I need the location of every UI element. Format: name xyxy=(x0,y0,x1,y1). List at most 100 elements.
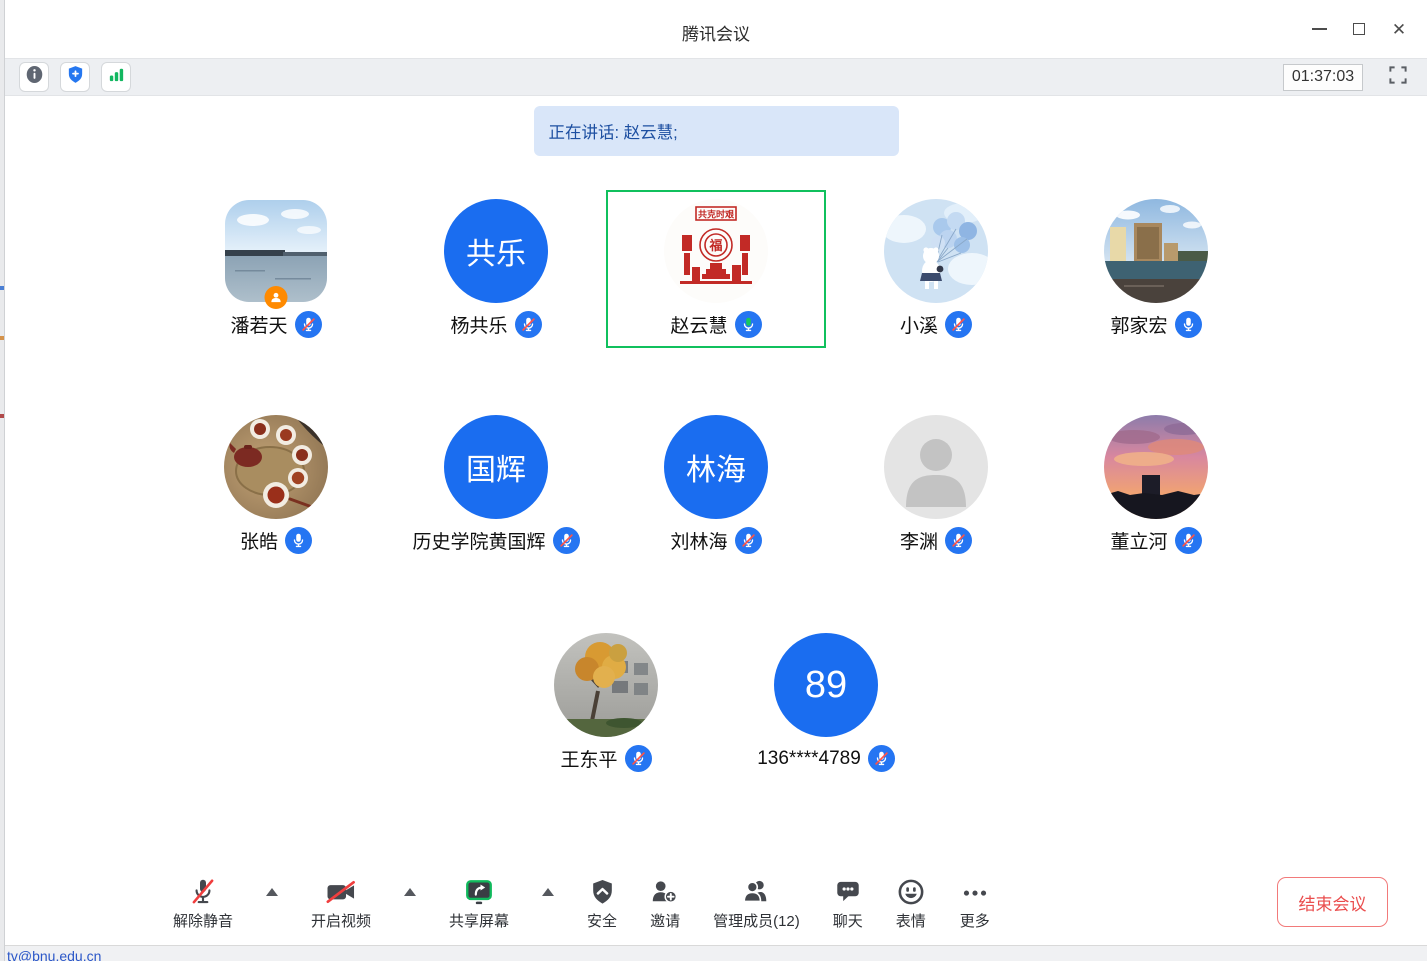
avatar-initials: 共乐 xyxy=(444,199,548,303)
fullscreen-icon xyxy=(1387,64,1409,91)
participant-name: 王东平 xyxy=(560,745,617,772)
avatar-initials-text: 共乐 xyxy=(466,229,526,273)
participant-tile[interactable]: 共克时艰 福 赵云慧 xyxy=(606,190,826,348)
meeting-security-button[interactable] xyxy=(60,62,90,92)
toolbar-button-label: 聊天 xyxy=(833,910,863,931)
participant-name-row: 赵云慧 xyxy=(670,311,761,338)
toolbar-members-button[interactable]: 管理成员(12) xyxy=(713,875,800,931)
avatar-initials: 国辉 xyxy=(444,415,548,519)
invite-icon xyxy=(650,875,680,907)
more-icon xyxy=(959,875,991,907)
toolbar-invite-button[interactable]: 邀请 xyxy=(650,875,680,931)
participant-name-row: 王东平 xyxy=(560,745,651,772)
toolbar-button-label: 共享屏幕 xyxy=(449,910,509,931)
toolbar-security-button[interactable]: 安全 xyxy=(587,875,617,931)
mic-status-muted-icon[interactable] xyxy=(625,745,652,772)
mic-status-muted-icon[interactable] xyxy=(515,311,542,338)
mic-status-on-icon[interactable] xyxy=(1175,311,1202,338)
mic-status-muted-icon[interactable] xyxy=(295,311,322,338)
participant-tile[interactable]: 共乐 杨共乐 xyxy=(386,190,606,348)
mic-status-muted-icon[interactable] xyxy=(945,527,972,554)
toolbar-mic-muted-button[interactable]: 解除静音 xyxy=(173,875,233,931)
network-status-button[interactable] xyxy=(101,62,131,92)
avatar-photo-tree xyxy=(554,633,658,737)
background-speck xyxy=(0,286,4,290)
mic-status-muted-icon[interactable] xyxy=(553,527,580,554)
participant-name-row: 历史学院黄国辉 xyxy=(412,527,579,554)
close-button[interactable]: ✕ xyxy=(1379,14,1419,44)
mic-status-muted-icon[interactable] xyxy=(735,527,762,554)
meeting-info-button[interactable] xyxy=(19,62,49,92)
avatar: 89 xyxy=(774,633,878,737)
toolbar-button-label: 更多 xyxy=(960,910,990,931)
security-shield-icon xyxy=(66,65,85,89)
mic-status-speaking-icon[interactable] xyxy=(735,311,762,338)
avatar xyxy=(884,415,988,519)
avatar-photo-sunset xyxy=(1104,415,1208,519)
participant-name-row: 刘林海 xyxy=(670,527,761,554)
avatar-initials-text: 89 xyxy=(805,664,847,707)
participant-name-row: 董立河 xyxy=(1110,527,1201,554)
participant-name: 郭家宏 xyxy=(1110,311,1167,338)
avatar-initials: 林海 xyxy=(664,415,768,519)
dropdown-arrow-icon[interactable] xyxy=(404,888,416,896)
avatar xyxy=(1104,199,1208,303)
toolbar-more-button[interactable]: 更多 xyxy=(959,875,991,931)
avatar xyxy=(224,415,328,519)
participant-tile[interactable]: 张皓 xyxy=(166,406,386,564)
mic-status-muted-icon[interactable] xyxy=(945,311,972,338)
participant-name: 赵云慧 xyxy=(670,311,727,338)
participant-tile[interactable]: 潘若天 xyxy=(166,190,386,348)
background-window-strip: tv@bnu.edu.cn xyxy=(5,945,1427,961)
participant-tile[interactable]: 89 136****4789 xyxy=(716,624,936,782)
mic-status-muted-icon[interactable] xyxy=(1175,527,1202,554)
participant-tile[interactable]: 林海 刘林海 xyxy=(606,406,826,564)
dropdown-arrow-icon[interactable] xyxy=(542,888,554,896)
avatar: 林海 xyxy=(664,415,768,519)
background-speck xyxy=(0,336,4,340)
emoji-icon xyxy=(896,875,926,907)
participant-tile[interactable]: 李渊 xyxy=(826,406,1046,564)
participant-name: 潘若天 xyxy=(230,311,287,338)
toolbar-button-label: 开启视频 xyxy=(311,910,371,931)
avatar xyxy=(1104,415,1208,519)
end-meeting-button[interactable]: 结束会议 xyxy=(1277,877,1388,927)
avatar-photo-tea xyxy=(224,415,328,519)
participant-tile[interactable]: 郭家宏 xyxy=(1046,190,1266,348)
participants-grid: 潘若天 共乐 杨共乐 共克时艰 福 xyxy=(5,190,1427,782)
mic-muted-icon xyxy=(188,875,218,907)
mic-status-on-icon[interactable] xyxy=(285,527,312,554)
participant-name-row: 郭家宏 xyxy=(1110,311,1201,338)
maximize-button[interactable] xyxy=(1339,14,1379,44)
dropdown-arrow-icon[interactable] xyxy=(266,888,278,896)
toolbar-camera-off-button[interactable]: 开启视频 xyxy=(311,875,371,931)
participant-tile[interactable]: 小溪 xyxy=(826,190,1046,348)
topstrip-right: 01:37:03 xyxy=(1283,62,1413,92)
avatar-photo-balloons xyxy=(884,199,988,303)
toolbar-button-label: 表情 xyxy=(896,910,926,931)
avatar: 共乐 xyxy=(444,199,548,303)
fullscreen-button[interactable] xyxy=(1383,62,1413,92)
participant-row: 潘若天 共乐 杨共乐 共克时艰 福 xyxy=(5,190,1427,348)
minimize-button[interactable] xyxy=(1299,14,1339,44)
avatar xyxy=(884,199,988,303)
participant-tile[interactable]: 王东平 xyxy=(496,624,716,782)
participant-name-row: 李渊 xyxy=(900,527,972,554)
meeting-info-icon xyxy=(25,65,44,89)
mic-status-muted-icon[interactable] xyxy=(868,745,895,772)
toolbar-share-screen-button[interactable]: 共享屏幕 xyxy=(449,875,509,931)
toolbar-emoji-button[interactable]: 表情 xyxy=(896,875,926,931)
minimize-icon xyxy=(1312,28,1327,30)
video-grid-area: 正在讲话: 赵云慧; 潘若天 共乐 杨共乐 xyxy=(5,96,1427,860)
avatar-initials-text: 国辉 xyxy=(466,445,526,489)
camera-off-icon xyxy=(325,875,357,907)
participant-tile[interactable]: 董立河 xyxy=(1046,406,1266,564)
participant-name: 小溪 xyxy=(900,311,938,338)
network-signal-icon xyxy=(107,65,126,89)
toolbar-chat-button[interactable]: 聊天 xyxy=(833,875,863,931)
participant-tile[interactable]: 国辉 历史学院黄国辉 xyxy=(386,406,606,564)
avatar-photo-papercut: 共克时艰 福 xyxy=(664,199,768,303)
speaking-banner: 正在讲话: 赵云慧; xyxy=(534,106,899,156)
participant-row: 王东平 89 136****4789 xyxy=(5,624,1427,782)
svg-text:共克时艰: 共克时艰 xyxy=(698,209,735,220)
